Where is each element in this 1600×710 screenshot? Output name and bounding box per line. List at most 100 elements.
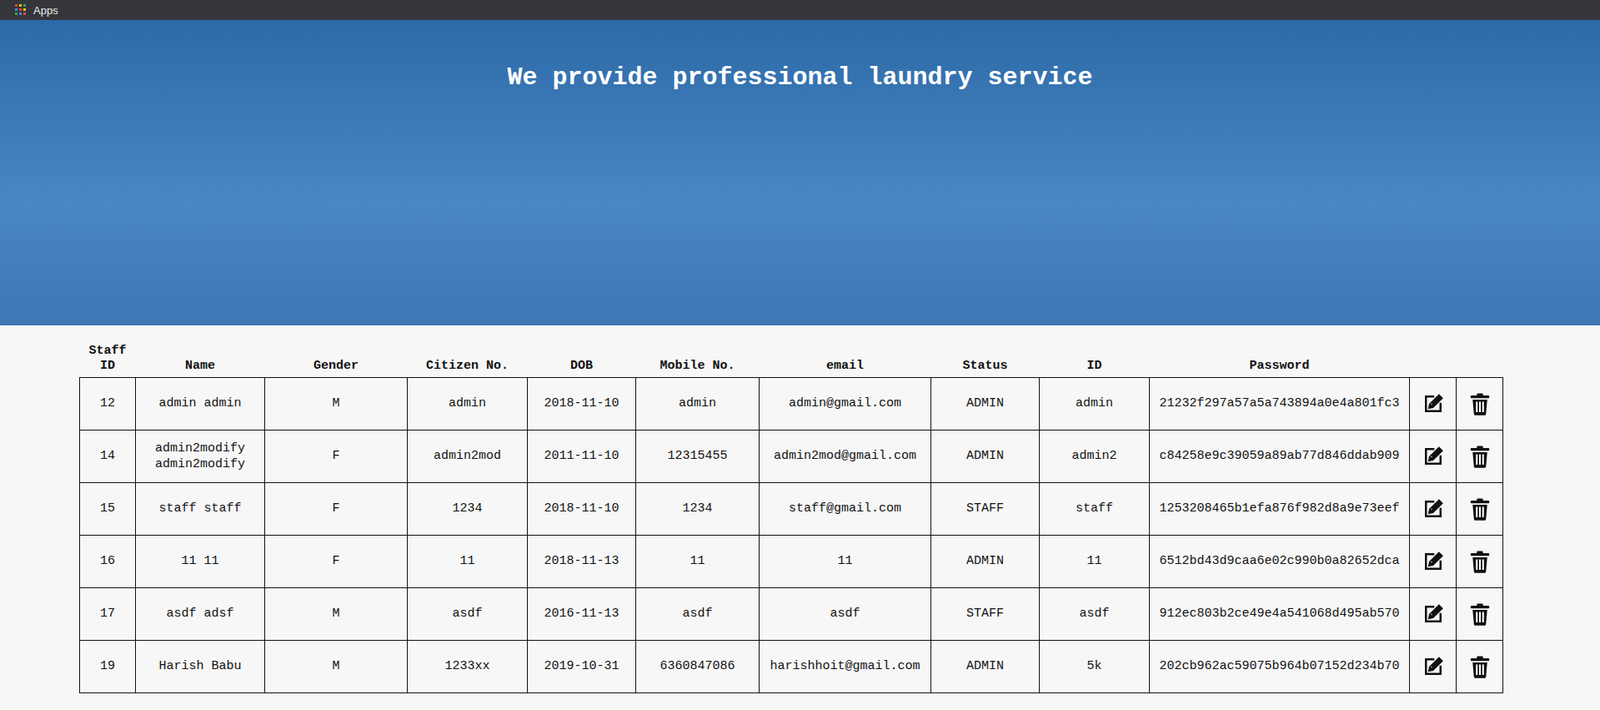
bookmarks-bar: Apps bbox=[0, 0, 1600, 21]
apps-grid-icon bbox=[15, 4, 27, 16]
delete-cell bbox=[1456, 587, 1504, 641]
column-header bbox=[1456, 340, 1504, 378]
table-cell: asdf bbox=[1039, 587, 1150, 641]
edit-icon[interactable] bbox=[1420, 496, 1446, 522]
table-cell: 6360847086 bbox=[636, 640, 760, 693]
table-cell: admin2mod@gmail.com bbox=[759, 430, 932, 483]
table-cell: 12315455 bbox=[636, 430, 760, 483]
table-cell: 11 bbox=[407, 535, 528, 588]
table-cell: F bbox=[265, 430, 408, 483]
table-cell: 1253208465b1efa876f982d8a9e73eef bbox=[1149, 482, 1410, 536]
table-cell: c84258e9c39059a89ab77d846ddab909 bbox=[1149, 430, 1410, 483]
table-cell: 15 bbox=[80, 482, 136, 536]
edit-icon[interactable] bbox=[1420, 391, 1446, 417]
apps-label: Apps bbox=[33, 4, 59, 17]
table-cell: 202cb962ac59075b964b07152d234b70 bbox=[1149, 640, 1410, 693]
table-row: 19Harish BabuM1233xx2019-10-316360847086… bbox=[80, 640, 1504, 693]
table-cell: 2011-11-10 bbox=[527, 430, 637, 483]
edit-icon[interactable] bbox=[1420, 548, 1446, 574]
trash-icon[interactable] bbox=[1467, 548, 1493, 574]
table-cell: asdf adsf bbox=[135, 587, 266, 641]
table-cell: 17 bbox=[80, 587, 136, 641]
hero-heading: We provide professional laundry service bbox=[506, 63, 1093, 92]
table-cell: admin bbox=[407, 377, 528, 431]
table-cell: 912ec803b2ce49e4a541068d495ab570 bbox=[1149, 587, 1410, 641]
column-header: Name bbox=[135, 340, 266, 378]
table-row: 15staff staffF12342018-11-101234staff@gm… bbox=[80, 482, 1504, 536]
table-cell: 1233xx bbox=[407, 640, 528, 693]
table-cell: 16 bbox=[80, 535, 136, 588]
trash-icon[interactable] bbox=[1467, 391, 1493, 417]
page: Apps We provide professional laundry serv… bbox=[0, 0, 1600, 710]
table-cell: 14 bbox=[80, 430, 136, 483]
table-cell: 2018-11-10 bbox=[527, 482, 637, 536]
edit-icon[interactable] bbox=[1420, 653, 1446, 679]
table-cell: 2019-10-31 bbox=[527, 640, 637, 693]
table-cell: F bbox=[265, 482, 408, 536]
table-cell: 21232f297a57a5a743894a0e4a801fc3 bbox=[1149, 377, 1410, 431]
table-cell: admin2 bbox=[1039, 430, 1150, 483]
table-cell: 1234 bbox=[636, 482, 760, 536]
edit-cell bbox=[1409, 377, 1457, 431]
table-cell: M bbox=[265, 377, 408, 431]
edit-cell bbox=[1409, 430, 1457, 483]
table-cell: harishhoit@gmail.com bbox=[759, 640, 932, 693]
trash-icon[interactable] bbox=[1467, 653, 1493, 679]
column-header: DOB bbox=[527, 340, 637, 378]
table-cell: 2016-11-13 bbox=[527, 587, 637, 641]
table-row: 14admin2modify admin2modifyFadmin2mod201… bbox=[80, 430, 1504, 483]
table-cell: admin bbox=[1039, 377, 1150, 431]
table-cell: admin@gmail.com bbox=[759, 377, 932, 431]
column-header: Staff ID bbox=[80, 340, 136, 378]
table-row: 12admin adminMadmin2018-11-10adminadmin@… bbox=[80, 377, 1504, 431]
table-cell: STAFF bbox=[931, 482, 1040, 536]
edit-icon[interactable] bbox=[1420, 601, 1446, 627]
edit-icon[interactable] bbox=[1420, 443, 1446, 469]
edit-cell bbox=[1409, 535, 1457, 588]
table-cell: 12 bbox=[80, 377, 136, 431]
trash-icon[interactable] bbox=[1467, 601, 1493, 627]
table-cell: admin bbox=[636, 377, 760, 431]
table-cell: 1234 bbox=[407, 482, 528, 536]
delete-cell bbox=[1456, 535, 1504, 588]
hero-banner: We provide professional laundry service bbox=[0, 20, 1600, 326]
table-cell: M bbox=[265, 587, 408, 641]
table-cell: staff bbox=[1039, 482, 1150, 536]
column-header: Citizen No. bbox=[407, 340, 528, 378]
trash-icon[interactable] bbox=[1467, 443, 1493, 469]
table-cell: STAFF bbox=[931, 587, 1040, 641]
delete-cell bbox=[1456, 377, 1504, 431]
table-cell: asdf bbox=[407, 587, 528, 641]
table-cell: 2018-11-10 bbox=[527, 377, 637, 431]
table-cell: ADMIN bbox=[931, 377, 1040, 431]
table-row: 17asdf adsfMasdf2016-11-13asdfasdfSTAFFa… bbox=[80, 587, 1504, 641]
column-header: Gender bbox=[265, 340, 408, 378]
table-cell: admin admin bbox=[135, 377, 266, 431]
table-cell: 11 bbox=[636, 535, 760, 588]
edit-cell bbox=[1409, 482, 1457, 536]
table-cell: 2018-11-13 bbox=[527, 535, 637, 588]
table-cell: admin2mod bbox=[407, 430, 528, 483]
column-header: email bbox=[759, 340, 932, 378]
table-cell: ADMIN bbox=[931, 640, 1040, 693]
table-cell: admin2modify admin2modify bbox=[135, 430, 266, 483]
edit-cell bbox=[1409, 640, 1457, 693]
edit-cell bbox=[1409, 587, 1457, 641]
table-cell: 6512bd43d9caa6e02c990b0a82652dca bbox=[1149, 535, 1410, 588]
apps-button[interactable]: Apps bbox=[15, 4, 59, 17]
table-cell: staff@gmail.com bbox=[759, 482, 932, 536]
table-cell: F bbox=[265, 535, 408, 588]
table-cell: asdf bbox=[759, 587, 932, 641]
staff-table: Staff IDNameGenderCitizen No.DOBMobile N… bbox=[79, 340, 1504, 693]
table-cell: 11 bbox=[759, 535, 932, 588]
table-cell: 19 bbox=[80, 640, 136, 693]
column-header: Password bbox=[1149, 340, 1410, 378]
delete-cell bbox=[1456, 640, 1504, 693]
column-header bbox=[1409, 340, 1457, 378]
table-row: 1611 11F112018-11-131111ADMIN116512bd43d… bbox=[80, 535, 1504, 588]
table-cell: M bbox=[265, 640, 408, 693]
table-cell: 11 bbox=[1039, 535, 1150, 588]
staff-table-container: Staff IDNameGenderCitizen No.DOBMobile N… bbox=[0, 325, 1600, 710]
trash-icon[interactable] bbox=[1467, 496, 1493, 522]
column-header: Mobile No. bbox=[636, 340, 760, 378]
